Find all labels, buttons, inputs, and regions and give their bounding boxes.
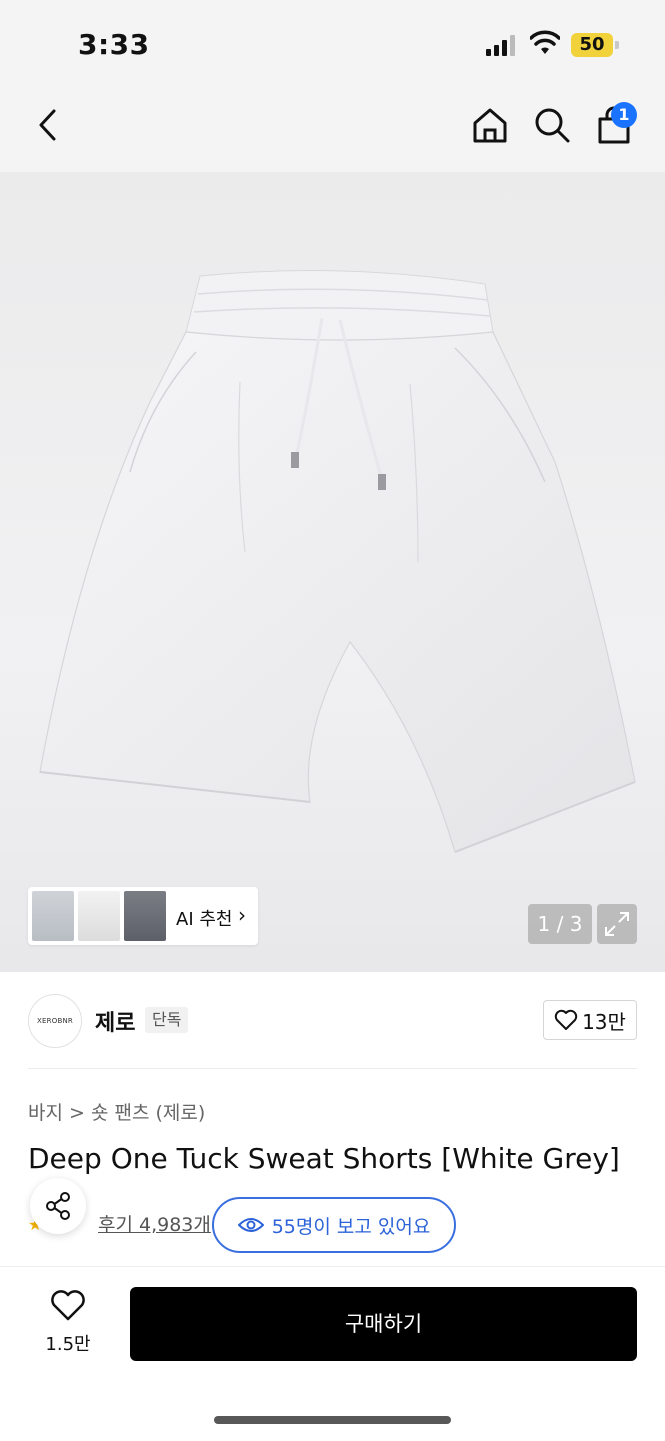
brand-like-count: 13만: [582, 1009, 626, 1034]
battery-level: 50: [571, 33, 613, 57]
wifi-icon: [530, 30, 560, 54]
back-button[interactable]: [26, 103, 70, 147]
status-time: 3:33: [78, 28, 150, 61]
chevron-right-icon: ›: [238, 903, 246, 927]
share-button[interactable]: [30, 1178, 86, 1234]
wishlist-button[interactable]: 1.5만: [28, 1290, 108, 1360]
review-count-link[interactable]: 후기 4,983개: [98, 1210, 211, 1237]
divider: [28, 1068, 637, 1069]
wishlist-count: 1.5만: [45, 1334, 91, 1355]
ai-thumbnail-2: [78, 891, 120, 941]
heart-icon: [51, 1290, 85, 1321]
battery-icon: 50: [571, 33, 619, 57]
ai-recommend-label: AI 추천: [176, 909, 233, 930]
shorts-image: [39, 270, 636, 853]
exclusive-badge: 단독: [145, 1007, 189, 1033]
brand-like-button[interactable]: 13만: [543, 1000, 637, 1040]
cellular-signal-icon: [486, 35, 515, 56]
brand-logo[interactable]: XEROBNR: [28, 994, 82, 1048]
home-button[interactable]: [468, 103, 512, 147]
ai-thumbnail-1: [32, 891, 74, 941]
brand-name[interactable]: 제로: [95, 1005, 135, 1037]
product-image[interactable]: [0, 172, 665, 972]
eye-icon: [237, 1218, 264, 1232]
ai-thumbnail-3: [124, 891, 166, 941]
heart-icon: [554, 1009, 578, 1030]
chevron-left-icon: [39, 109, 56, 141]
buy-button[interactable]: 구매하기: [130, 1287, 637, 1361]
expand-icon: [605, 912, 629, 936]
breadcrumb[interactable]: 바지 > 숏 팬츠 (제로): [28, 1098, 205, 1125]
ai-recommend-card[interactable]: AI 추천 ›: [28, 887, 258, 945]
share-icon: [46, 1192, 70, 1220]
search-button[interactable]: [530, 103, 574, 147]
viewers-pill: 55명이 보고 있어요: [212, 1197, 456, 1253]
cart-count-badge: 1: [611, 102, 637, 128]
home-icon: [473, 108, 507, 143]
expand-button[interactable]: [597, 904, 637, 944]
product-title: Deep One Tuck Sweat Shorts [White Grey]: [28, 1142, 620, 1175]
home-indicator[interactable]: [214, 1416, 451, 1424]
image-pager: 1 / 3: [528, 904, 592, 944]
search-icon: [535, 108, 570, 143]
viewers-text: 55명이 보고 있어요: [271, 1215, 431, 1238]
